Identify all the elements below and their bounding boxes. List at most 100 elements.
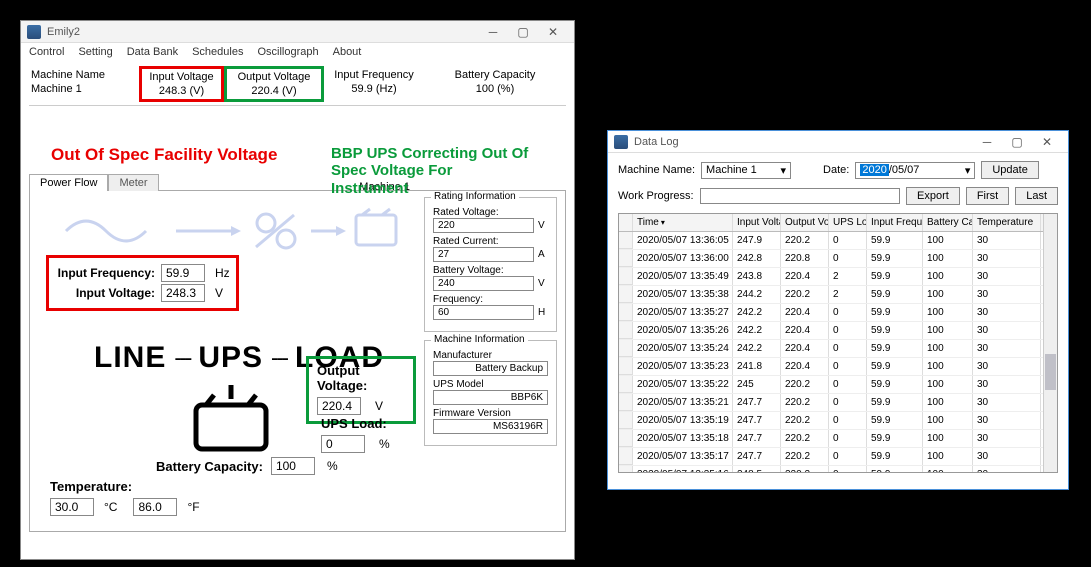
first-button[interactable]: First (966, 187, 1009, 205)
maximize-button[interactable]: ▢ (1002, 132, 1032, 152)
col-input-voltage[interactable]: Input Voltage (733, 214, 781, 231)
table-row[interactable]: 2020/05/07 13:35:16248.5220.2059.910030 (619, 466, 1057, 473)
cell-input-voltage: 247.7 (733, 430, 781, 447)
maximize-button[interactable]: ▢ (508, 22, 538, 42)
cell-time: 2020/05/07 13:35:23 (633, 358, 733, 375)
row-header-cell (619, 466, 633, 473)
emily2-window: Emily2 ─ ▢ ✕ Control Setting Data Bank S… (20, 20, 575, 560)
row-header-cell (619, 430, 633, 447)
last-button[interactable]: Last (1015, 187, 1058, 205)
vertical-scrollbar[interactable] (1043, 214, 1057, 472)
cell-battery-capacity: 100 (923, 250, 973, 267)
tab-meter[interactable]: Meter (108, 174, 158, 191)
table-row[interactable]: 2020/05/07 13:35:49243.8220.4259.910030 (619, 268, 1057, 286)
table-row[interactable]: 2020/05/07 13:35:18247.7220.2059.910030 (619, 430, 1057, 448)
cell-input-voltage: 247.7 (733, 394, 781, 411)
col-battery-capacity[interactable]: Battery Capacity (923, 214, 973, 231)
input-voltage-value: 248.3 (V) (144, 85, 219, 97)
table-row[interactable]: 2020/05/07 13:35:26242.2220.4059.910030 (619, 322, 1057, 340)
table-row[interactable]: 2020/05/07 13:35:19247.7220.2059.910030 (619, 412, 1057, 430)
titlebar[interactable]: Data Log ─ ▢ ✕ (608, 131, 1068, 153)
cell-output-voltage: 220.2 (781, 466, 829, 473)
cell-battery-capacity: 100 (923, 358, 973, 375)
battery-voltage-unit: V (538, 278, 548, 289)
input-volt-field: 248.3 (161, 284, 205, 302)
menu-data-bank[interactable]: Data Bank (127, 46, 178, 58)
tab-power-flow[interactable]: Power Flow (29, 174, 108, 191)
rating-info-group: Rating Information Rated Voltage: 220V R… (424, 197, 557, 332)
cell-input-frequency: 59.9 (867, 466, 923, 473)
app-icon (614, 135, 628, 149)
cell-time: 2020/05/07 13:35:49 (633, 268, 733, 285)
batt-cap-value: 100 (%) (424, 83, 566, 95)
cell-temperature: 30 (973, 376, 1041, 393)
menu-about[interactable]: About (333, 46, 362, 58)
table-row[interactable]: 2020/05/07 13:35:27242.2220.4059.910030 (619, 304, 1057, 322)
manufacturer-field: Battery Backup (433, 361, 548, 376)
col-ups-load[interactable]: UPS Load (829, 214, 867, 231)
cell-output-voltage: 220.2 (781, 376, 829, 393)
cell-input-frequency: 59.9 (867, 430, 923, 447)
table-row[interactable]: 2020/05/07 13:35:24242.2220.4059.910030 (619, 340, 1057, 358)
firmware-field: MS63196R (433, 419, 548, 434)
output-voltage-field: 220.4 (317, 397, 361, 415)
cell-time: 2020/05/07 13:35:16 (633, 466, 733, 473)
data-grid[interactable]: Time▾ Input Voltage Output Voltage UPS L… (618, 213, 1058, 473)
machine-info-group: Machine Information Manufacturer Battery… (424, 340, 557, 446)
cell-input-voltage: 242.2 (733, 304, 781, 321)
cell-input-frequency: 59.9 (867, 286, 923, 303)
manufacturer-label: Manufacturer (433, 350, 548, 361)
date-picker[interactable]: 2020/05/07▾ (855, 162, 975, 179)
col-input-frequency[interactable]: Input Frequency (867, 214, 923, 231)
table-row[interactable]: 2020/05/07 13:36:05247.9220.2059.910030 (619, 232, 1057, 250)
row-header-cell (619, 268, 633, 285)
cell-output-voltage: 220.8 (781, 250, 829, 267)
export-button[interactable]: Export (906, 187, 960, 205)
cell-ups-load: 0 (829, 466, 867, 473)
update-button[interactable]: Update (981, 161, 1038, 179)
output-voltage-label2: Output Voltage: (317, 363, 405, 393)
menu-oscillograph[interactable]: Oscillograph (257, 46, 318, 58)
cell-battery-capacity: 100 (923, 448, 973, 465)
col-output-voltage[interactable]: Output Voltage (781, 214, 829, 231)
titlebar[interactable]: Emily2 ─ ▢ ✕ (21, 21, 574, 43)
menu-setting[interactable]: Setting (78, 46, 112, 58)
machine-name-select[interactable]: Machine 1▾ (701, 162, 791, 179)
cell-output-voltage: 220.4 (781, 304, 829, 321)
close-button[interactable]: ✕ (538, 22, 568, 42)
minimize-button[interactable]: ─ (972, 132, 1002, 152)
minimize-button[interactable]: ─ (478, 22, 508, 42)
close-button[interactable]: ✕ (1032, 132, 1062, 152)
table-row[interactable]: 2020/05/07 13:36:00242.8220.8059.910030 (619, 250, 1057, 268)
cell-output-voltage: 220.4 (781, 340, 829, 357)
col-temperature[interactable]: Temperature (973, 214, 1041, 231)
ups-model-field: BBP6K (433, 390, 548, 405)
window-title: Data Log (634, 136, 972, 148)
flow-line: LINE (94, 341, 166, 375)
menu-schedules[interactable]: Schedules (192, 46, 243, 58)
cell-battery-capacity: 100 (923, 340, 973, 357)
row-header-cell (619, 358, 633, 375)
cell-temperature: 30 (973, 430, 1041, 447)
work-progress-label: Work Progress: (618, 190, 694, 202)
table-row[interactable]: 2020/05/07 13:35:21247.7220.2059.910030 (619, 394, 1057, 412)
menu-control[interactable]: Control (29, 46, 64, 58)
table-row[interactable]: 2020/05/07 13:35:38244.2220.2259.910030 (619, 286, 1057, 304)
cell-ups-load: 0 (829, 232, 867, 249)
battery-capacity-label: Battery Capacity: (156, 459, 263, 474)
table-row[interactable]: 2020/05/07 13:35:23241.8220.4059.910030 (619, 358, 1057, 376)
row-header-cell (619, 376, 633, 393)
cell-ups-load: 2 (829, 286, 867, 303)
cell-input-frequency: 59.9 (867, 376, 923, 393)
table-row[interactable]: 2020/05/07 13:35:17247.7220.2059.910030 (619, 448, 1057, 466)
power-flow-diagram: Input Frequency: 59.9 Hz Input Voltage: … (36, 201, 416, 521)
cell-output-voltage: 220.2 (781, 232, 829, 249)
table-row[interactable]: 2020/05/07 13:35:22245220.2059.910030 (619, 376, 1057, 394)
chevron-down-icon: ▾ (781, 164, 787, 177)
ups-load-field: 0 (321, 435, 365, 453)
machine-name-value: Machine 1 (31, 83, 139, 95)
cell-battery-capacity: 100 (923, 322, 973, 339)
date-label: Date: (823, 164, 849, 176)
col-time[interactable]: Time▾ (633, 214, 733, 231)
scrollbar-thumb[interactable] (1045, 354, 1056, 390)
